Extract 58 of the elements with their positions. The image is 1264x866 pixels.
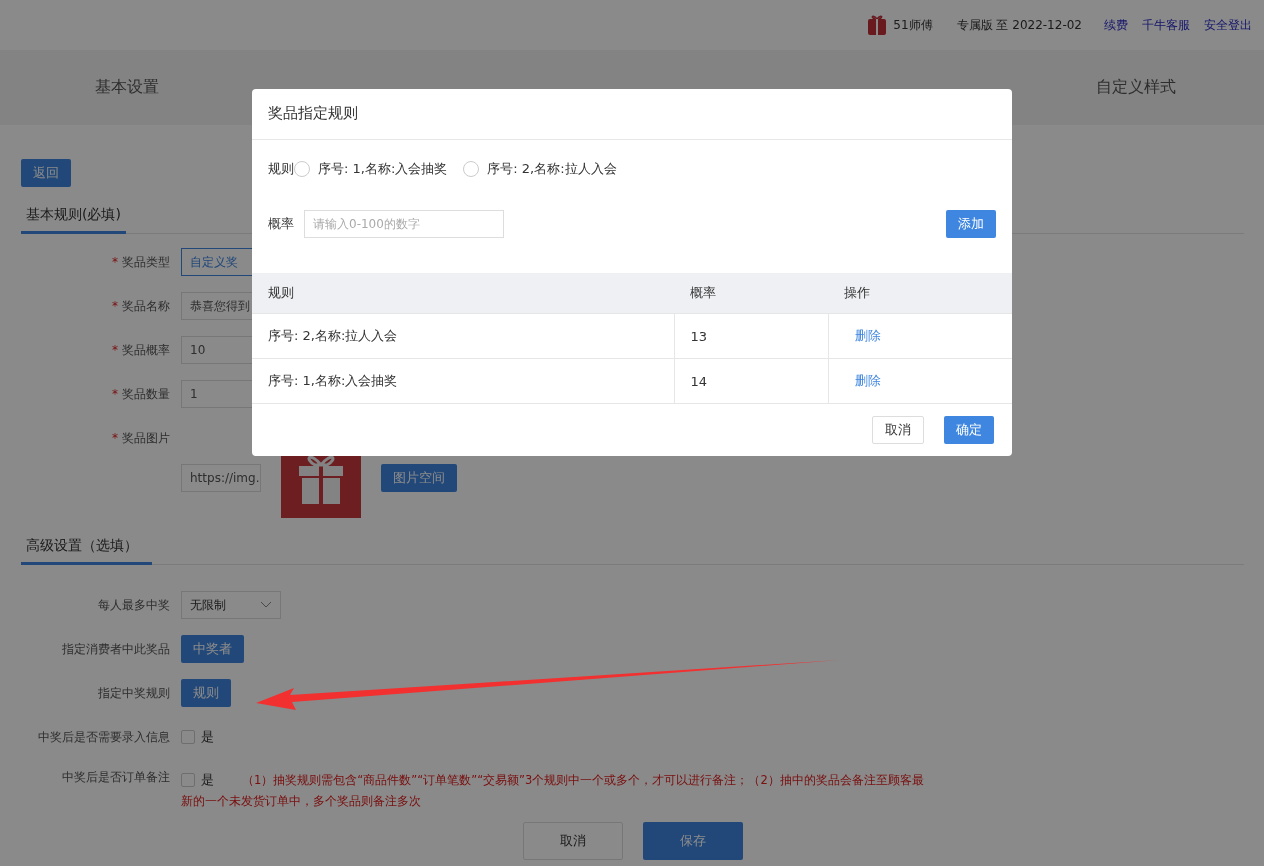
- save-button[interactable]: 保存: [642, 822, 743, 860]
- checkbox-label: 是: [201, 728, 214, 746]
- required-mark: *: [112, 298, 118, 313]
- confirm-button[interactable]: 确定: [944, 416, 994, 444]
- add-button[interactable]: 添加: [946, 210, 996, 238]
- nav-tab[interactable]: 基本设置: [95, 77, 159, 98]
- action-button[interactable]: 规则: [181, 679, 231, 707]
- field-label: 奖品概率: [122, 342, 170, 357]
- required-mark: *: [112, 342, 118, 357]
- dialog-title: 奖品指定规则: [252, 89, 1012, 140]
- hint-text: （1）抽奖规则需包含“商品件数”“订单笔数”“交易额”3个规则中一个或多个，才可以进行备注；（2）抽中的奖品会备注至顾客最: [242, 772, 924, 789]
- input-field[interactable]: https://img.: [181, 464, 261, 492]
- back-button[interactable]: 返回: [21, 159, 71, 187]
- field-label: 概率: [268, 215, 294, 233]
- delete-link[interactable]: 删除: [844, 373, 881, 388]
- radio-label[interactable]: 序号: 1,名称:入会抽奖: [318, 160, 448, 178]
- section-tab[interactable]: 基本规则(必填): [21, 201, 126, 234]
- header-link[interactable]: 千牛客服: [1142, 16, 1190, 34]
- rate-input[interactable]: 请输入0-100的数字: [304, 210, 504, 238]
- column-header: 操作: [828, 273, 1012, 314]
- action-button[interactable]: 中奖者: [181, 635, 244, 663]
- table-cell: 14: [674, 358, 828, 404]
- required-mark: *: [112, 430, 118, 445]
- field-label: 奖品类型: [122, 254, 170, 269]
- cancel-button[interactable]: 取消: [872, 416, 924, 444]
- header-link[interactable]: 续费: [1104, 16, 1128, 34]
- caret-icon: [260, 601, 272, 609]
- field-label: 奖品名称: [122, 298, 170, 313]
- field-label: 规则: [268, 160, 294, 178]
- checkbox[interactable]: [181, 730, 195, 744]
- gift-icon: [867, 14, 888, 36]
- field-label: 中奖后是否需要录入信息: [38, 729, 170, 744]
- table-cell: 序号: 1,名称:入会抽奖: [252, 358, 674, 404]
- delete-link[interactable]: 删除: [844, 328, 881, 343]
- required-mark: *: [112, 254, 118, 269]
- edition-text: 专属版 至 2022-12-02: [956, 16, 1082, 34]
- field-label: 指定中奖规则: [98, 685, 170, 700]
- field-label: 指定消费者中此奖品: [62, 641, 170, 656]
- cancel-button[interactable]: 取消: [522, 822, 623, 860]
- field-label: 每人最多中奖: [98, 597, 170, 612]
- table-cell: 13: [674, 313, 828, 359]
- radio-label[interactable]: 序号: 2,名称:拉人入会: [487, 160, 617, 178]
- column-header: 概率: [674, 273, 828, 314]
- section-tab[interactable]: 高级设置（选填）: [21, 532, 152, 565]
- field-label: 奖品图片: [122, 430, 170, 445]
- required-mark: *: [112, 386, 118, 401]
- checkbox[interactable]: [181, 773, 195, 787]
- field-label: 中奖后是否订单备注: [62, 770, 170, 784]
- select-field[interactable]: 无限制: [181, 591, 281, 619]
- checkbox-label: 是: [201, 771, 214, 789]
- header-link[interactable]: 安全登出: [1204, 16, 1252, 34]
- brand-name: 51师傅: [893, 16, 933, 34]
- hint-text: 新的一个未发货订单中，多个奖品则备注多次: [181, 793, 422, 810]
- nav-tab[interactable]: 自定义样式: [1096, 77, 1176, 98]
- field-label: 奖品数量: [122, 386, 170, 401]
- table-cell: 序号: 2,名称:拉人入会: [252, 313, 674, 359]
- image-space-button[interactable]: 图片空间: [381, 464, 457, 492]
- column-header: 规则: [252, 273, 674, 314]
